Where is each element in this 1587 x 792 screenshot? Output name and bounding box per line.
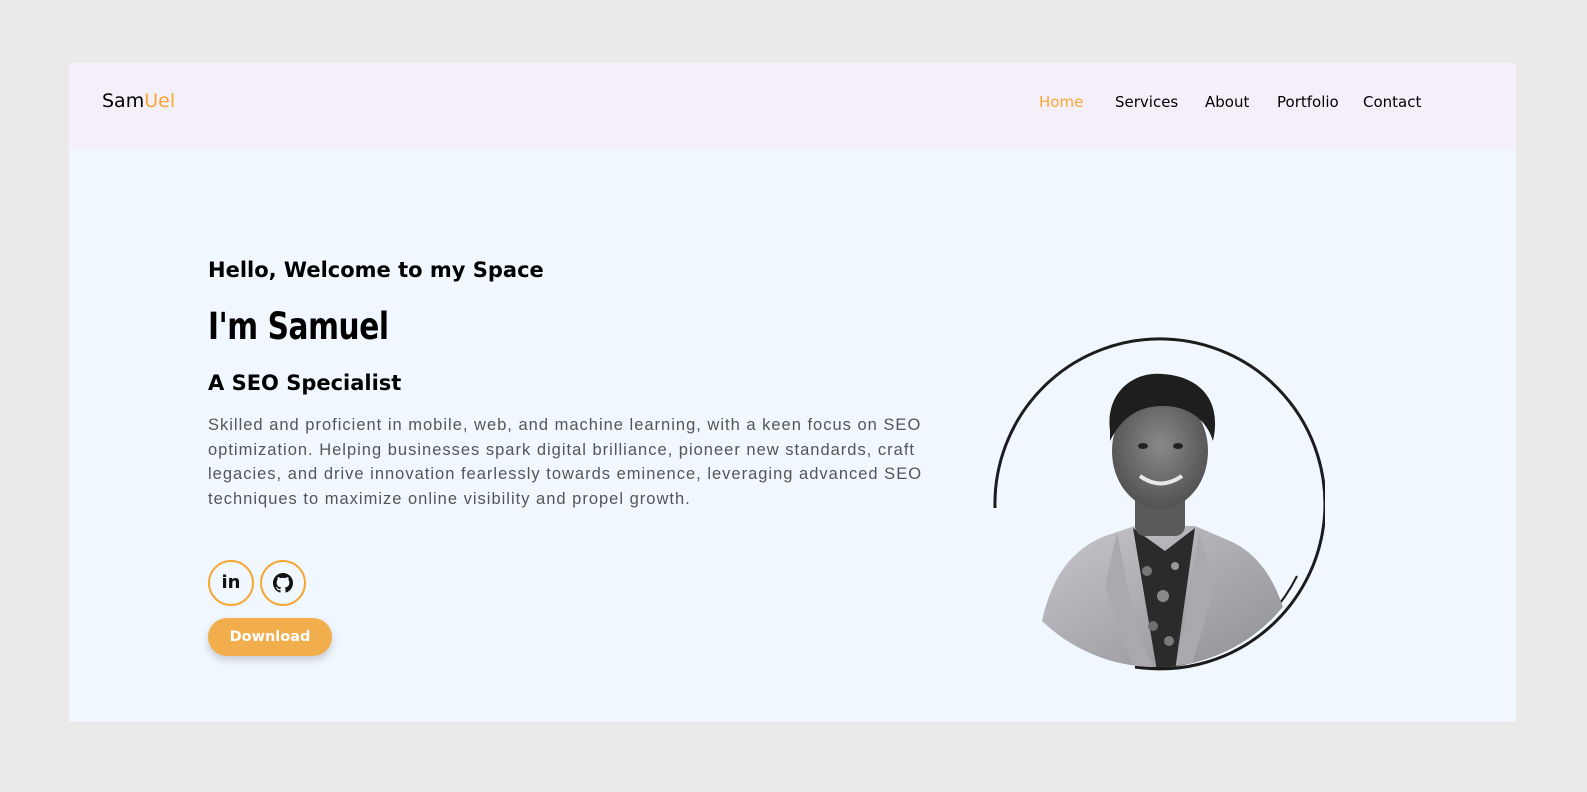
github-icon: [273, 573, 293, 593]
linkedin-button[interactable]: in: [208, 560, 254, 606]
nav-about[interactable]: About: [1205, 93, 1249, 111]
main-nav: Home Services About Portfolio Contact: [69, 93, 1516, 113]
profile-portrait: [985, 336, 1327, 671]
nav-services[interactable]: Services: [1115, 93, 1178, 111]
nav-portfolio[interactable]: Portfolio: [1277, 93, 1339, 111]
hero-bio: Skilled and proficient in mobile, web, a…: [208, 416, 923, 508]
navbar: SamUel Home Services About Portfolio Con…: [69, 63, 1516, 149]
hero-greeting: Hello, Welcome to my Space: [208, 258, 544, 282]
page-frame: SamUel Home Services About Portfolio Con…: [69, 63, 1516, 722]
linkedin-icon: in: [221, 572, 241, 593]
download-button[interactable]: Download: [208, 618, 332, 656]
hero-name: I'm Samuel: [208, 305, 389, 348]
nav-home[interactable]: Home: [1039, 93, 1083, 111]
portrait-image: [993, 337, 1327, 671]
nav-contact[interactable]: Contact: [1363, 93, 1421, 111]
hero-role: A SEO Specialist: [208, 371, 402, 395]
github-button[interactable]: [260, 560, 306, 606]
